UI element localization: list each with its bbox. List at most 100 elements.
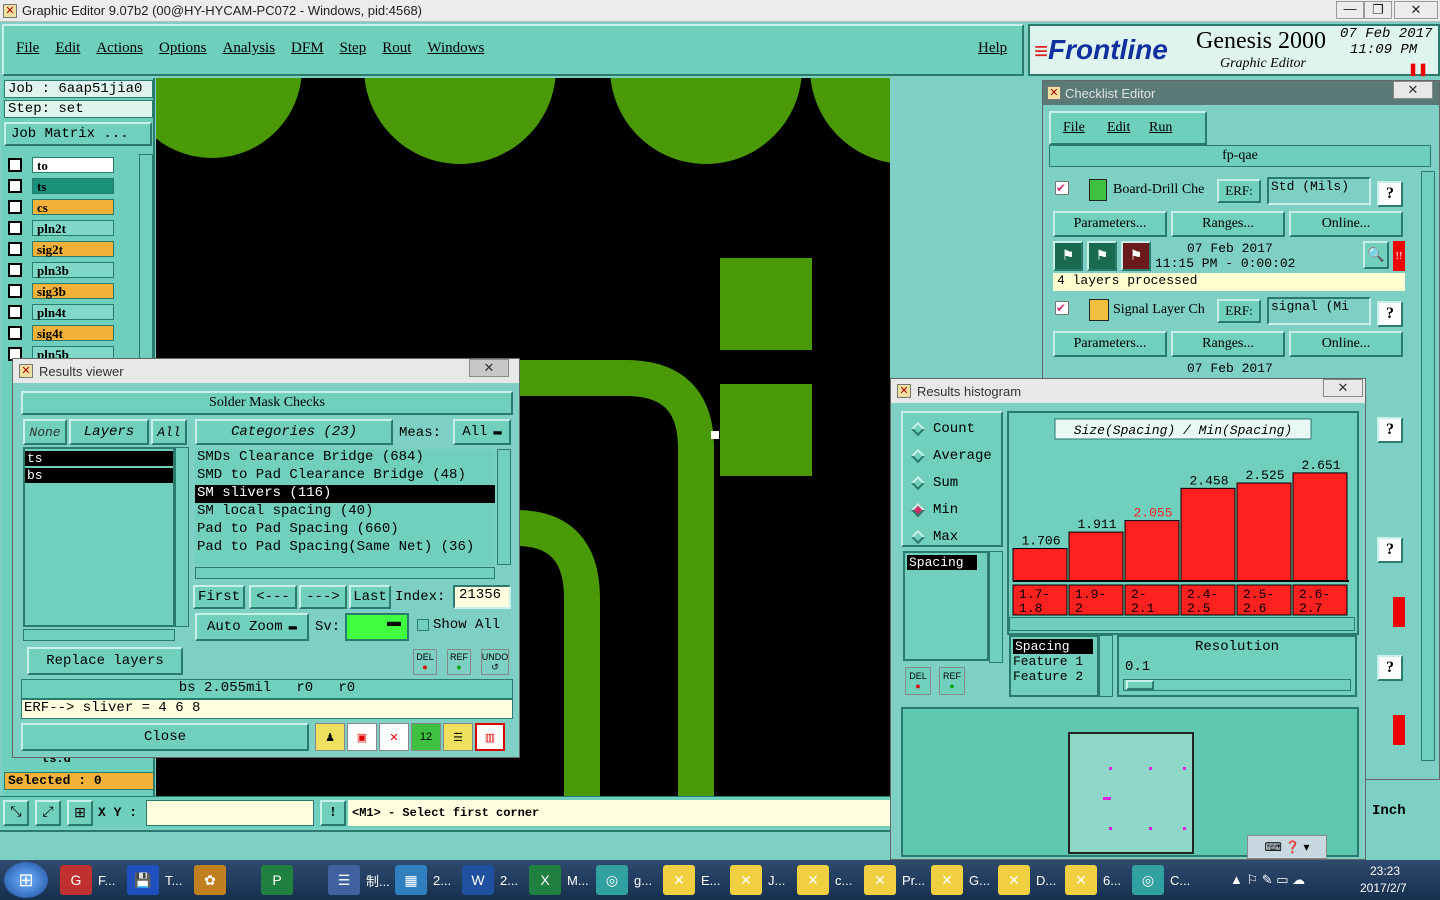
menu-edit[interactable]: Edit [55,40,80,57]
run-icon[interactable]: ⚑ [1053,241,1083,271]
results-viewer-close-x[interactable]: ✕ [469,359,509,377]
checklist-close-button[interactable]: ✕ [1393,81,1433,99]
minimize-button[interactable]: — [1336,1,1364,19]
menu-actions[interactable]: Actions [96,40,143,57]
index-input[interactable]: 21356 [453,585,511,609]
parameters-button[interactable]: Parameters... [1053,211,1167,237]
online-button[interactable]: Online... [1289,331,1403,357]
replace-layers-button[interactable]: Replace layers [27,647,183,675]
prev-button[interactable]: <--- [249,585,297,609]
layer-checkbox[interactable] [8,326,22,340]
meas-select[interactable]: All ▬ [453,419,511,445]
taskbar-item[interactable]: ✕ Pr... [864,860,925,900]
checklist-menu-file[interactable]: File [1063,120,1085,136]
del-icon[interactable]: DEL ● [413,649,437,675]
taskbar-item[interactable]: ▦ 2... [395,860,451,900]
help-button[interactable]: ? [1377,181,1403,207]
taskbar-item[interactable]: ◎ g... [596,860,652,900]
check-icon[interactable]: ✔ [1055,301,1069,315]
all-layers-button[interactable]: All [151,419,187,445]
layer-row[interactable]: cs [8,198,114,216]
menu-windows[interactable]: Windows [427,40,484,57]
list-item[interactable]: Spacing [1013,639,1093,654]
category-list[interactable]: SMDs Clearance Bridge (684) SMD to Pad Cl… [195,449,495,565]
category-item[interactable]: Pad to Pad Spacing(Same Net) (36) [195,539,495,557]
mode-max[interactable]: Max [910,529,958,545]
clock-time[interactable]: 23:23 [1370,864,1400,878]
layer-row[interactable]: pln2t [8,219,114,237]
layer-name[interactable]: pln2t [32,220,114,236]
layer-checkbox[interactable] [8,284,22,298]
help-menu[interactable]: Help [978,40,1007,57]
histogram-hscroll[interactable] [1009,617,1355,631]
mode-count[interactable]: Count [910,421,975,437]
grid-icon[interactable]: ⊞ [67,800,93,826]
layer-checkbox[interactable] [8,305,22,319]
category-item[interactable]: Pad to Pad Spacing (660) [195,521,495,539]
help-button[interactable]: ? [1377,655,1403,681]
category-item[interactable]: SM local spacing (40) [195,503,495,521]
layer-row[interactable]: ts [8,177,114,195]
layer-checkbox[interactable] [8,221,22,235]
layer-row[interactable]: sig2t [8,240,114,258]
layer-name[interactable]: cs [32,199,114,215]
categories-button[interactable]: Categories (23) [195,419,393,445]
undo-icon[interactable]: UNDO ↺ [481,649,509,675]
xy-input[interactable] [146,800,314,826]
zoom-results-icon[interactable]: 🔍 [1363,241,1389,269]
checklist-scrollbar[interactable] [1421,171,1435,761]
taskbar-item[interactable]: G F... [60,860,115,900]
show-all-checkbox[interactable] [417,619,429,631]
layer-checkbox[interactable] [8,179,22,193]
histogram-ref-icon[interactable]: REF ● [939,667,965,695]
category-item[interactable]: SMDs Clearance Bridge (684) [195,449,495,467]
taskbar-item[interactable]: P [261,860,299,900]
list-item[interactable]: Feature 2 [1011,669,1097,684]
layer-name[interactable]: sig4t [32,325,114,341]
help-button[interactable]: ? [1377,417,1403,443]
list-item[interactable]: ts [25,451,173,466]
zoom-fit-icon[interactable]: ⤡ [3,800,29,826]
resolution-slider[interactable] [1123,679,1351,691]
list-icon[interactable]: ☰ [443,723,473,751]
taskbar-item[interactable]: ✕ 6... [1065,860,1121,900]
menu-options[interactable]: Options [159,40,207,57]
layer-checkbox[interactable] [8,158,22,172]
start-button[interactable]: ⊞ [4,862,48,898]
ref-icon[interactable]: REF ● [447,649,471,675]
run-selected-icon[interactable]: ⚑ [1087,241,1117,271]
job-matrix-button[interactable]: Job Matrix ... [4,122,152,146]
delete-results-icon[interactable]: ✕ [379,723,409,751]
ranges-button[interactable]: Ranges... [1171,211,1285,237]
layer-name[interactable]: sig3b [32,283,114,299]
layer-name[interactable]: pln3b [32,262,114,278]
histogram-del-icon[interactable]: DEL ● [905,667,931,695]
report-icon[interactable]: ▣ [347,723,377,751]
histogram-icon[interactable]: ▥ [475,723,505,751]
histogram-close-button[interactable]: ✕ [1323,379,1363,397]
layer-checkbox[interactable] [8,263,22,277]
category-vscroll[interactable] [497,449,511,565]
attribute-list[interactable]: Spacing [903,551,989,661]
layer-name[interactable]: to [32,157,114,173]
category-item[interactable]: SMD to Pad Clearance Bridge (48) [195,467,495,485]
auto-zoom-button[interactable]: Auto Zoom ▬ [195,613,309,641]
taskbar-item[interactable]: ◎ C... [1132,860,1190,900]
last-button[interactable]: Last [349,585,391,609]
layer-checkbox[interactable] [8,200,22,214]
help-button[interactable]: ? [1377,301,1403,327]
parameters-button[interactable]: Parameters... [1053,331,1167,357]
spacing-list[interactable]: Spacing Feature 1 Feature 2 [1009,635,1099,697]
layer-checkbox[interactable] [8,242,22,256]
menu-step[interactable]: Step [340,40,367,57]
layer-results-list[interactable]: ts bs [23,447,175,627]
menu-analysis[interactable]: Analysis [223,40,276,57]
taskbar-item[interactable]: ✕ D... [998,860,1056,900]
list-item[interactable]: Feature 1 [1011,654,1097,669]
sv-select[interactable]: ▬ [345,613,409,641]
layers-button[interactable]: Layers [69,419,149,445]
layer-row[interactable]: pln3b [8,261,114,279]
check-icon[interactable]: ✔ [1055,181,1069,195]
layer-row[interactable]: to [8,156,114,174]
keyboard-widget[interactable]: ⌨ ❓ ▾ [1247,835,1327,859]
